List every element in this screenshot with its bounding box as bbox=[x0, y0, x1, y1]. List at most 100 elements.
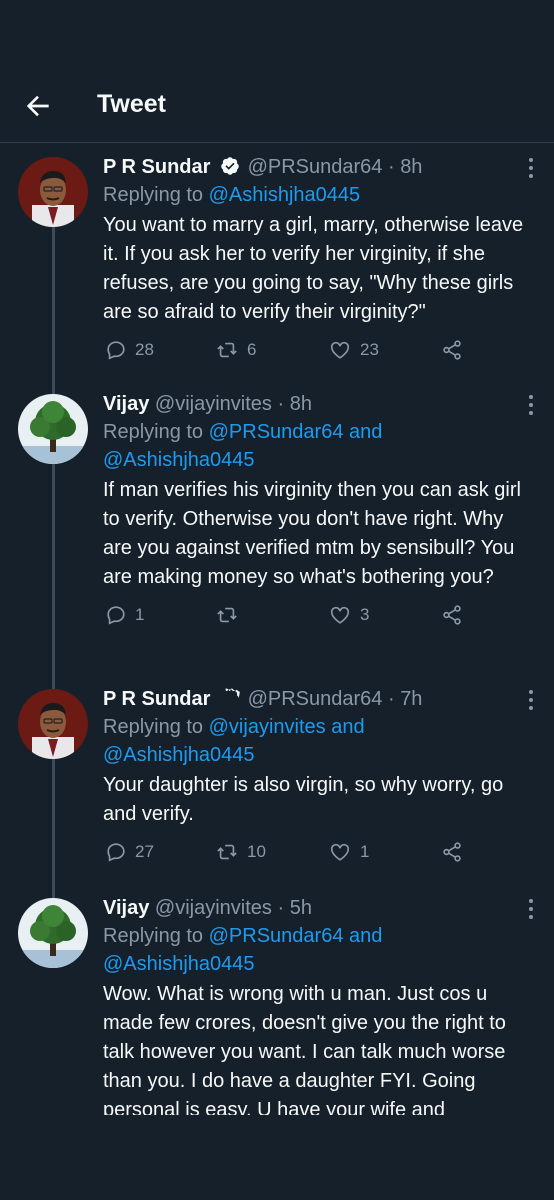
reply-icon bbox=[107, 606, 125, 625]
mention-link[interactable]: @PRSundar64 bbox=[209, 421, 344, 443]
separator-dot: · bbox=[277, 393, 285, 415]
retweet-icon bbox=[217, 342, 237, 358]
thread-line bbox=[52, 759, 55, 890]
thread-line bbox=[52, 227, 55, 388]
retweet-count: 10 bbox=[247, 842, 266, 861]
share-button[interactable] bbox=[440, 841, 464, 863]
avatar[interactable] bbox=[18, 898, 88, 968]
reply-button[interactable]: 27 bbox=[105, 841, 154, 863]
replying-and[interactable]: and bbox=[349, 925, 382, 947]
replying-to-prefix: Replying to bbox=[103, 925, 204, 947]
share-button[interactable] bbox=[440, 604, 464, 626]
tweet-text: Your daughter is also virgin, so why wor… bbox=[103, 774, 504, 825]
reply-count: 1 bbox=[135, 605, 145, 624]
tweet[interactable]: P R Sundar @PRSundar64 · 8h Replying to … bbox=[0, 143, 554, 388]
retweet-button[interactable] bbox=[215, 604, 247, 626]
bottom-area bbox=[0, 1115, 554, 1200]
thread-line bbox=[52, 675, 55, 689]
like-count: 1 bbox=[360, 842, 370, 861]
replying-to: Replying to @Ashishjha0445 bbox=[103, 181, 526, 209]
heart-icon bbox=[330, 606, 350, 624]
like-button[interactable]: 1 bbox=[328, 841, 369, 863]
like-button[interactable]: 3 bbox=[328, 604, 369, 626]
separator-dot: · bbox=[387, 688, 395, 710]
person-portrait-icon bbox=[18, 689, 88, 759]
author-handle[interactable]: @PRSundar64 bbox=[248, 156, 383, 178]
reply-icon bbox=[107, 341, 125, 360]
avatar[interactable] bbox=[18, 689, 88, 759]
replying-to-prefix: Replying to bbox=[103, 716, 204, 738]
page-title: Tweet bbox=[97, 90, 166, 118]
tweet-text: If man verifies his virginity then you c… bbox=[103, 479, 521, 588]
tree-icon bbox=[18, 898, 88, 968]
verified-badge-icon bbox=[221, 157, 239, 175]
heart-icon bbox=[330, 843, 350, 861]
share-icon bbox=[443, 340, 461, 360]
thread-line bbox=[52, 884, 55, 898]
reply-icon bbox=[107, 843, 125, 862]
reply-count: 28 bbox=[135, 340, 154, 359]
verified-badge-icon bbox=[225, 688, 240, 702]
replying-to: Replying to @PRSundar64 and @Ashishjha04… bbox=[103, 922, 526, 978]
action-bar: 1 3 bbox=[103, 604, 526, 638]
back-arrow-icon[interactable] bbox=[22, 90, 54, 122]
avatar[interactable] bbox=[18, 394, 88, 464]
thread-line bbox=[52, 380, 55, 394]
retweet-count: 6 bbox=[247, 340, 257, 359]
mention-link[interactable]: @Ashishjha0445 bbox=[103, 953, 255, 975]
action-bar: 27 10 1 bbox=[103, 841, 526, 875]
tweet[interactable]: Vijay @vijayinvites · 5h Replying to @PR… bbox=[0, 884, 554, 1116]
retweet-button[interactable]: 10 bbox=[215, 841, 266, 863]
more-options-icon[interactable] bbox=[528, 898, 534, 920]
like-count: 23 bbox=[360, 340, 379, 359]
replying-to: Replying to @vijayinvites and @Ashishjha… bbox=[103, 713, 526, 769]
person-portrait-icon bbox=[18, 157, 88, 227]
replying-and[interactable]: and bbox=[331, 716, 364, 738]
tweet-text: You want to marry a girl, marry, otherwi… bbox=[103, 214, 524, 323]
replying-to: Replying to @PRSundar64 and @Ashishjha04… bbox=[103, 418, 526, 474]
more-options-icon[interactable] bbox=[528, 394, 534, 416]
thread-line bbox=[52, 464, 55, 680]
avatar[interactable] bbox=[18, 157, 88, 227]
retweet-icon bbox=[217, 844, 237, 860]
reply-count: 27 bbox=[135, 842, 154, 861]
like-button[interactable]: 23 bbox=[328, 339, 379, 361]
separator-dot: · bbox=[277, 897, 285, 919]
timestamp: 5h bbox=[289, 897, 312, 919]
author-name[interactable]: Vijay bbox=[103, 393, 149, 415]
author-handle[interactable]: @vijayinvites bbox=[155, 897, 272, 919]
action-bar: 28 6 23 bbox=[103, 339, 526, 373]
author-name[interactable]: P R Sundar bbox=[103, 156, 210, 178]
share-button[interactable] bbox=[440, 339, 464, 361]
more-options-icon[interactable] bbox=[528, 157, 534, 179]
more-options-icon[interactable] bbox=[528, 689, 534, 711]
replying-to-prefix: Replying to bbox=[103, 421, 204, 443]
author-handle[interactable]: @PRSundar64 bbox=[248, 688, 383, 710]
retweet-button[interactable]: 6 bbox=[215, 339, 256, 361]
timestamp: 8h bbox=[400, 156, 423, 178]
author-handle[interactable]: @vijayinvites bbox=[155, 393, 272, 415]
mention-link[interactable]: @Ashishjha0445 bbox=[103, 744, 255, 766]
timestamp: 7h bbox=[400, 688, 423, 710]
share-icon bbox=[443, 605, 461, 625]
author-name[interactable]: P R Sundar bbox=[103, 688, 210, 710]
mention-link[interactable]: @vijayinvites bbox=[209, 716, 326, 738]
reply-button[interactable]: 1 bbox=[105, 604, 144, 626]
reply-button[interactable]: 28 bbox=[105, 339, 154, 361]
share-icon bbox=[443, 842, 461, 862]
mention-link[interactable]: @Ashishjha0445 bbox=[103, 449, 255, 471]
mention-link[interactable]: @PRSundar64 bbox=[209, 925, 344, 947]
heart-icon bbox=[330, 341, 350, 359]
tweet[interactable]: Vijay @vijayinvites · 8h Replying to @PR… bbox=[0, 380, 554, 680]
mention-link[interactable]: @Ashishjha0445 bbox=[209, 184, 361, 206]
like-count: 3 bbox=[360, 605, 370, 624]
header-bar: Tweet bbox=[0, 0, 554, 142]
replying-and[interactable]: and bbox=[349, 421, 382, 443]
tree-icon bbox=[18, 394, 88, 464]
tweet[interactable]: P R Sundar @PRSundar64 · 7h Replying to … bbox=[0, 675, 554, 890]
timestamp: 8h bbox=[289, 393, 312, 415]
separator-dot: · bbox=[387, 156, 395, 178]
author-name[interactable]: Vijay bbox=[103, 897, 149, 919]
retweet-icon bbox=[217, 607, 237, 623]
tweet-text: Wow. What is wrong with u man. Just cos … bbox=[103, 983, 506, 1116]
